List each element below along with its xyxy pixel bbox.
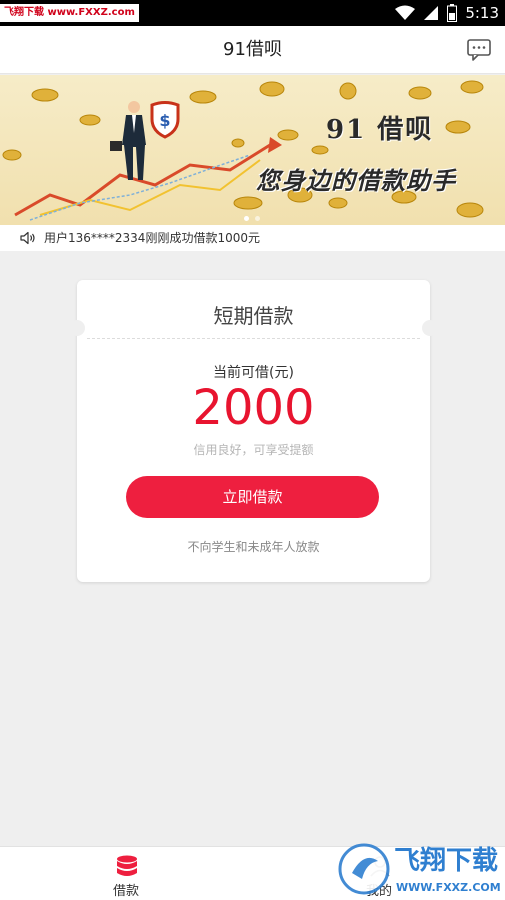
card-divider xyxy=(87,338,420,339)
signal-icon xyxy=(424,6,439,20)
disclaimer-text: 不向学生和未成年人放款 xyxy=(187,540,320,554)
loan-card: 短期借款 当前可借(元) 2000 信用良好，可享受提额 立即借款 不向学生和未… xyxy=(69,280,438,582)
battery-icon xyxy=(447,4,458,22)
svg-text:$: $ xyxy=(159,111,170,130)
card-notch-right xyxy=(422,320,438,336)
watermark-label: 飞翔下载 www.FXXZ.com xyxy=(0,4,139,22)
status-time: 5:13 xyxy=(465,4,499,22)
tab-loan-label: 借款 xyxy=(112,884,139,899)
database-icon xyxy=(117,855,137,876)
banner-slogan: 您身边的借款助手 xyxy=(256,166,456,195)
speaker-icon xyxy=(20,231,35,245)
banner-title: 91 借呗 xyxy=(326,115,434,145)
available-label: 当前可借(元) xyxy=(213,365,294,381)
banner-pagination xyxy=(244,216,260,221)
pagination-dot-active[interactable] xyxy=(244,216,249,221)
banner-illustration: $ xyxy=(2,80,484,221)
promo-banner[interactable]: $ 91 借呗 您身边的借款助手 xyxy=(0,75,505,225)
watermark-title: 飞翔下载 xyxy=(394,846,498,876)
chat-icon[interactable] xyxy=(467,39,491,61)
notice-bar: 用户136****2334刚刚成功借款1000元 xyxy=(0,225,505,251)
tab-loan[interactable]: 借款 xyxy=(0,847,252,900)
watermark-url: WWW.FXXZ.COM xyxy=(396,881,501,894)
card-title: 短期借款 xyxy=(213,304,294,328)
status-bar: 飞翔下载 www.FXXZ.com 5:13 xyxy=(0,0,505,26)
credit-hint: 信用良好，可享受提额 xyxy=(193,443,314,457)
watermark-logo: 飞翔下载 WWW.FXXZ.COM xyxy=(338,843,501,895)
app-header: 91借呗 xyxy=(0,26,505,74)
notice-text: 用户136****2334刚刚成功借款1000元 xyxy=(44,231,260,245)
borrow-now-button[interactable]: 立即借款 xyxy=(126,476,379,518)
card-notch-left xyxy=(69,320,85,336)
status-icons: 5:13 xyxy=(395,0,499,26)
available-amount: 2000 xyxy=(192,380,315,436)
pagination-dot[interactable] xyxy=(255,216,260,221)
page-title: 91借呗 xyxy=(223,39,282,60)
wifi-icon xyxy=(395,5,416,20)
